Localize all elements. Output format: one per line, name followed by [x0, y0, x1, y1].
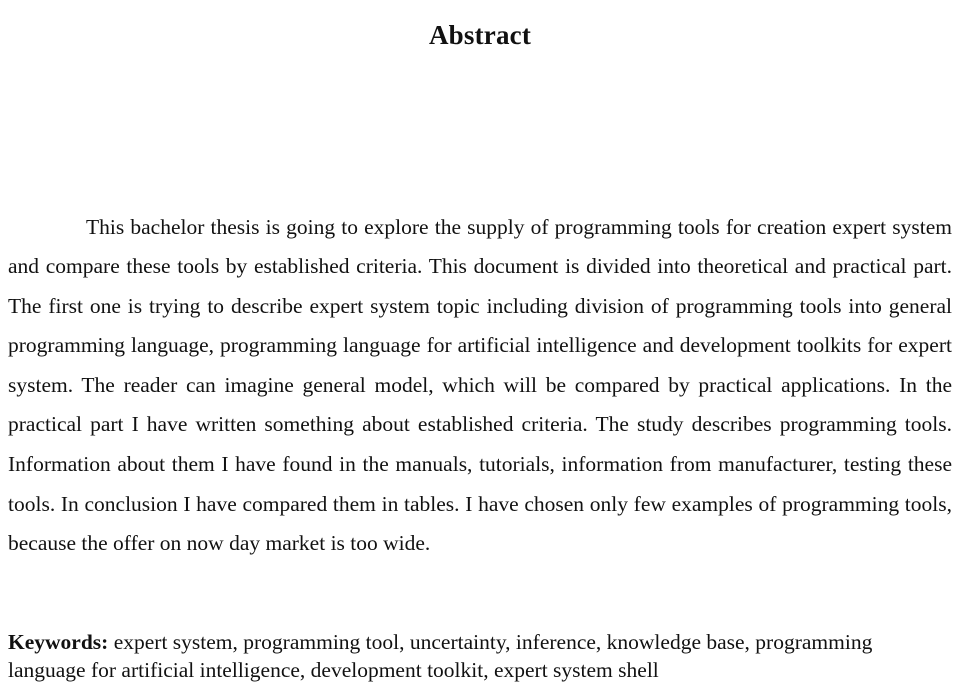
keywords-section: Keywords: expert system, programming too…: [8, 628, 952, 684]
abstract-page: Abstract This bachelor thesis is going t…: [0, 0, 960, 681]
page-title: Abstract: [428, 20, 532, 51]
abstract-body-paragraph: This bachelor thesis is going to explore…: [8, 214, 952, 556]
keywords-label: Keywords:: [8, 629, 109, 654]
keywords-list: expert system, programming tool, uncerta…: [8, 629, 873, 682]
